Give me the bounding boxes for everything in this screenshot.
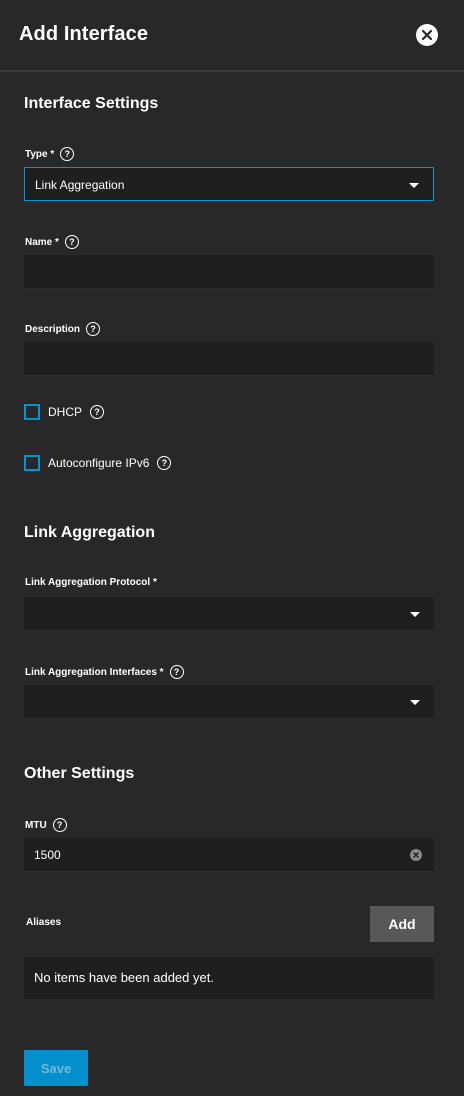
help-icon[interactable]: ? <box>157 456 172 470</box>
type-label-text: Type * <box>25 148 55 160</box>
dialog-title: Add Interface <box>19 23 149 45</box>
lagg-protocol-select[interactable] <box>24 597 434 631</box>
name-input[interactable] <box>24 255 434 289</box>
chevron-down-icon <box>409 183 419 188</box>
autoconfigure-ipv6-row: Autoconfigure IPv6 ? <box>24 455 172 471</box>
aliases-empty-text: No items have been added yet. <box>34 970 214 985</box>
chevron-down-icon <box>410 700 420 705</box>
section-link-aggregation: Link Aggregation <box>24 524 155 541</box>
dhcp-label: DHCP <box>48 405 83 419</box>
add-alias-button[interactable]: Add <box>370 906 434 942</box>
mtu-input[interactable]: 1500 <box>24 838 434 872</box>
dhcp-row: DHCP ? <box>24 404 105 420</box>
description-input[interactable] <box>24 342 434 376</box>
section-other-settings: Other Settings <box>24 765 135 782</box>
dialog-header: Add Interface <box>0 0 464 72</box>
clear-icon[interactable] <box>410 849 422 861</box>
help-icon[interactable]: ? <box>60 147 75 161</box>
autoconfigure-ipv6-label: Autoconfigure IPv6 <box>48 456 150 470</box>
close-button[interactable] <box>416 24 438 46</box>
mtu-label: MTU ? <box>25 818 67 832</box>
name-label: Name * ? <box>25 235 79 249</box>
help-icon[interactable]: ? <box>86 322 101 336</box>
save-button[interactable]: Save <box>24 1050 88 1086</box>
description-label-text: Description <box>25 323 81 335</box>
help-icon[interactable]: ? <box>169 665 184 679</box>
lagg-interfaces-label: Link Aggregation Interfaces * ? <box>25 665 184 679</box>
autoconfigure-ipv6-checkbox[interactable] <box>24 455 40 471</box>
section-interface-settings: Interface Settings <box>24 95 159 112</box>
aliases-label: Aliases <box>26 917 62 928</box>
help-icon[interactable]: ? <box>52 818 67 832</box>
help-icon[interactable]: ? <box>90 405 105 419</box>
lagg-interfaces-select[interactable] <box>24 685 434 719</box>
name-label-text: Name * <box>25 236 59 248</box>
mtu-label-text: MTU <box>25 819 47 831</box>
description-label: Description ? <box>25 322 101 336</box>
lagg-protocol-label: Link Aggregation Protocol * <box>25 577 157 588</box>
type-label: Type * ? <box>25 147 75 161</box>
lagg-interfaces-label-text: Link Aggregation Interfaces * <box>25 666 164 678</box>
dhcp-checkbox[interactable] <box>24 404 40 420</box>
help-icon[interactable]: ? <box>64 235 79 249</box>
type-select[interactable]: Link Aggregation <box>24 167 434 201</box>
lagg-protocol-label-text: Link Aggregation Protocol * <box>25 577 157 588</box>
mtu-input-value: 1500 <box>34 848 61 862</box>
chevron-down-icon <box>410 612 420 617</box>
close-icon <box>421 29 433 41</box>
aliases-empty-state: No items have been added yet. <box>24 957 434 999</box>
type-select-value: Link Aggregation <box>35 178 125 192</box>
